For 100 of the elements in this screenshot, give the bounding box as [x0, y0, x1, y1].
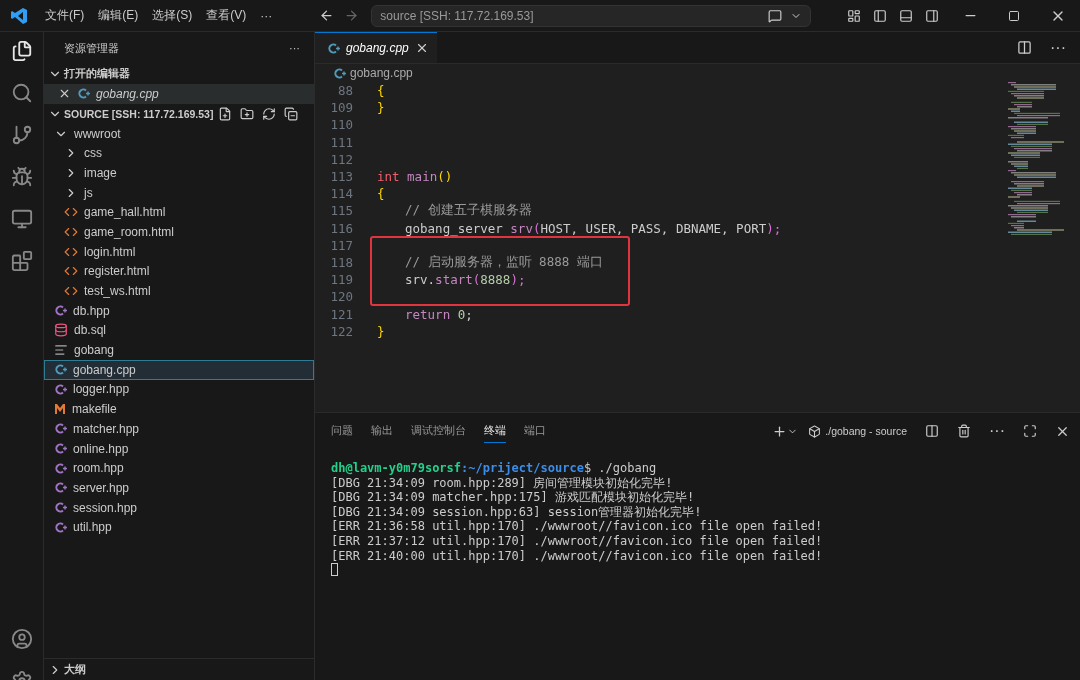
back-icon[interactable] — [319, 8, 335, 23]
panel-tab[interactable]: 问题 — [331, 419, 353, 443]
menu-item[interactable]: ··· — [253, 8, 280, 23]
code-token: () — [437, 169, 453, 185]
file-tree-item[interactable]: js — [44, 182, 314, 203]
forward-icon[interactable] — [344, 8, 360, 23]
monitor-icon[interactable] — [10, 208, 33, 230]
trash-icon[interactable] — [957, 424, 971, 438]
line-number: 112 — [329, 151, 353, 167]
section-header[interactable]: 打开的编辑器 — [44, 64, 314, 84]
chat-icon[interactable] — [768, 8, 783, 23]
more-icon[interactable]: ··· — [1050, 32, 1066, 63]
file-tree-item[interactable]: test_ws.html — [44, 281, 314, 301]
file-tree-item[interactable]: game_hall.html — [44, 202, 314, 223]
account-icon[interactable] — [10, 628, 33, 650]
section-title: SOURCE [SSH: 117.72.169.53] — [64, 107, 215, 120]
files-icon[interactable] — [10, 40, 33, 62]
line-number: 111 — [329, 134, 353, 150]
file-tree-item[interactable]: gobang.cpp — [44, 359, 314, 380]
collapse-icon[interactable] — [284, 106, 298, 121]
cursor-icon — [331, 563, 338, 577]
file-tree-item[interactable]: online.hpp — [44, 438, 314, 459]
blocks-icon[interactable] — [10, 250, 33, 272]
sidebar-toggle-icon[interactable] — [873, 8, 887, 23]
line-number: 109 — [329, 100, 353, 116]
line-number: 114 — [329, 186, 353, 202]
code-token: // 创建五子棋服务器 — [405, 202, 532, 220]
panel-tab[interactable]: 输出 — [371, 419, 393, 443]
cpp-header-icon — [54, 382, 67, 396]
file-tree-item[interactable]: gobang — [44, 340, 314, 360]
file-tree-item[interactable]: login.html — [44, 241, 314, 262]
panel-tab[interactable]: 端口 — [524, 419, 546, 443]
split-terminal-icon[interactable] — [925, 424, 939, 438]
breadcrumb[interactable]: gobang.cpp — [350, 66, 413, 80]
panel-tab[interactable]: 终端 — [484, 419, 506, 443]
terminal-selector[interactable]: ./gobang - source — [825, 425, 907, 437]
file-tree-item[interactable]: logger.hpp — [44, 379, 314, 400]
open-editor-item[interactable]: gobang.cpp — [44, 84, 314, 104]
search-icon[interactable] — [10, 82, 33, 104]
cpp-header-icon — [54, 442, 67, 456]
branch-icon[interactable] — [10, 124, 33, 146]
menu-item[interactable]: 查看(V) — [199, 7, 254, 24]
terminal-line: dh@lavm-y0m79sorsf:~/priject/source$ ./gobang — [331, 461, 658, 476]
line-number: 117 — [329, 237, 353, 253]
code-token: ( — [472, 272, 481, 288]
more-icon[interactable]: ··· — [289, 42, 300, 54]
menu-item[interactable]: 文件(F) — [38, 7, 92, 24]
code-token: srv. — [405, 272, 436, 288]
file-tree-item[interactable]: room.hpp — [44, 458, 314, 479]
add-terminal-icon[interactable] — [772, 423, 799, 439]
line-number: 113 — [329, 169, 353, 185]
maximize-panel-icon[interactable] — [1023, 424, 1037, 438]
code-token: ); — [766, 220, 782, 236]
file-tree-item[interactable]: db.sql — [44, 320, 314, 341]
new-file-icon[interactable] — [218, 106, 232, 121]
section-header[interactable]: 大纲 — [44, 658, 314, 680]
code-token: int — [377, 169, 400, 185]
code-token: main — [407, 169, 438, 185]
code-token: srv — [510, 220, 533, 236]
text-file-icon — [54, 343, 68, 358]
file-tree-item[interactable]: db.hpp — [44, 300, 314, 321]
maximize-icon[interactable] — [1008, 9, 1020, 22]
line-number: 121 — [329, 306, 353, 322]
secondary-sidebar-icon[interactable] — [925, 8, 939, 23]
menu-item[interactable]: 编辑(E) — [91, 7, 146, 24]
cpp-file-icon — [333, 66, 346, 80]
database-icon — [54, 323, 68, 338]
file-tree-item[interactable]: matcher.hpp — [44, 419, 314, 439]
file-tree-item[interactable]: css — [44, 143, 314, 164]
cpp-file-icon — [54, 363, 67, 377]
code-token: 8888 — [480, 272, 511, 288]
command-center-field[interactable]: source [SSH: 117.72.169.53] — [371, 4, 812, 27]
terminal-line: [ERR 21:36:58 util.hpp:170] ./wwwroot//favicon.ico file open failed! — [331, 519, 824, 534]
menu-item[interactable]: 选择(S) — [145, 7, 200, 24]
file-tree-item[interactable]: makefile — [44, 399, 314, 419]
cpp-header-icon — [54, 422, 67, 436]
cpp-header-icon — [54, 501, 67, 515]
new-folder-icon[interactable] — [240, 106, 254, 121]
file-tree-item[interactable]: util.hpp — [44, 517, 314, 538]
file-tree-item[interactable]: wwwroot — [44, 123, 314, 144]
sidebar-title: 资源管理器 — [64, 40, 119, 56]
more-icon[interactable]: ··· — [989, 422, 1005, 440]
tab-label[interactable]: gobang.cpp — [346, 41, 409, 55]
file-tree-item[interactable]: session.hpp — [44, 497, 314, 518]
file-tree-item[interactable]: image — [44, 163, 314, 183]
file-tree-item[interactable]: register.html — [44, 261, 314, 282]
refresh-icon[interactable] — [262, 106, 276, 121]
section-header[interactable]: SOURCE [SSH: 117.72.169.53] — [44, 103, 314, 124]
code-token: ( — [532, 220, 541, 236]
bug-icon[interactable] — [10, 166, 33, 188]
terminal-line: [ERR 21:40:00 util.hpp:170] ./wwwroot//favicon.ico file open failed! — [331, 548, 824, 564]
code-token: // 启动服务器，监听 8888 端口 — [405, 253, 603, 271]
panel-toggle-icon[interactable] — [899, 8, 913, 23]
code-token: ); — [510, 272, 526, 288]
layout-icon[interactable] — [847, 8, 861, 23]
editor-tab[interactable]: gobang.cpp — [315, 32, 437, 63]
file-tree-item[interactable]: game_room.html — [44, 222, 314, 242]
panel-tab[interactable]: 调试控制台 — [411, 419, 466, 443]
code-token: ; — [465, 306, 473, 322]
file-tree-item[interactable]: server.hpp — [44, 478, 314, 498]
